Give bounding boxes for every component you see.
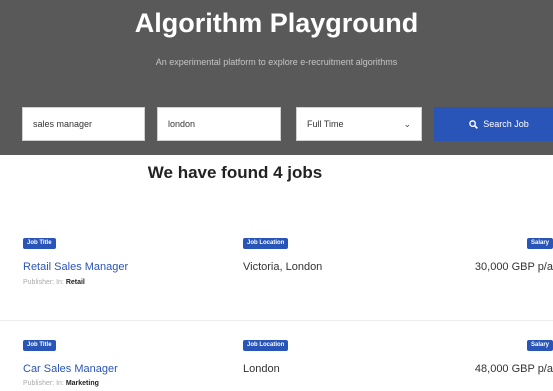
job-location: Victoria, London bbox=[243, 261, 323, 273]
job-location: London bbox=[243, 363, 280, 375]
keyword-input[interactable] bbox=[22, 107, 145, 141]
job-type-select[interactable]: Full Time ⌄ bbox=[296, 107, 422, 141]
job-title-badge: Job Title bbox=[23, 238, 56, 249]
search-icon bbox=[469, 119, 479, 129]
search-job-label: Search Job bbox=[483, 119, 529, 129]
salary-badge: Salary bbox=[526, 340, 553, 351]
page-subtitle: An experimental platform to explore e-re… bbox=[155, 57, 398, 67]
search-job-button[interactable]: Search Job bbox=[434, 107, 553, 141]
job-title-link[interactable]: Retail Sales Manager bbox=[23, 261, 128, 273]
job-title-badge: Job Title bbox=[23, 340, 56, 351]
job-salary: 48,000 GBP p/a bbox=[474, 363, 553, 375]
chevron-down-icon: ⌄ bbox=[403, 118, 411, 129]
job-publisher: Publisher: In: Marketing bbox=[23, 380, 99, 387]
job-publisher: Publisher: In: Retail bbox=[23, 279, 85, 286]
results-heading: We have found 4 jobs bbox=[147, 163, 323, 182]
job-location-badge: Job Location bbox=[243, 238, 289, 249]
divider bbox=[0, 320, 553, 321]
job-type-value: Full Time bbox=[307, 119, 344, 129]
salary-badge: Salary bbox=[526, 238, 553, 249]
job-location-badge: Job Location bbox=[243, 340, 289, 351]
job-salary: 30,000 GBP p/a bbox=[474, 261, 553, 273]
page-title: Algorithm Playground bbox=[134, 8, 419, 38]
job-title-link[interactable]: Car Sales Manager bbox=[23, 363, 118, 375]
job-category: Retail bbox=[65, 279, 85, 286]
location-input[interactable] bbox=[157, 107, 281, 141]
hero-banner: Algorithm Playground An experimental pla… bbox=[0, 0, 553, 155]
job-category: Marketing bbox=[65, 380, 99, 387]
